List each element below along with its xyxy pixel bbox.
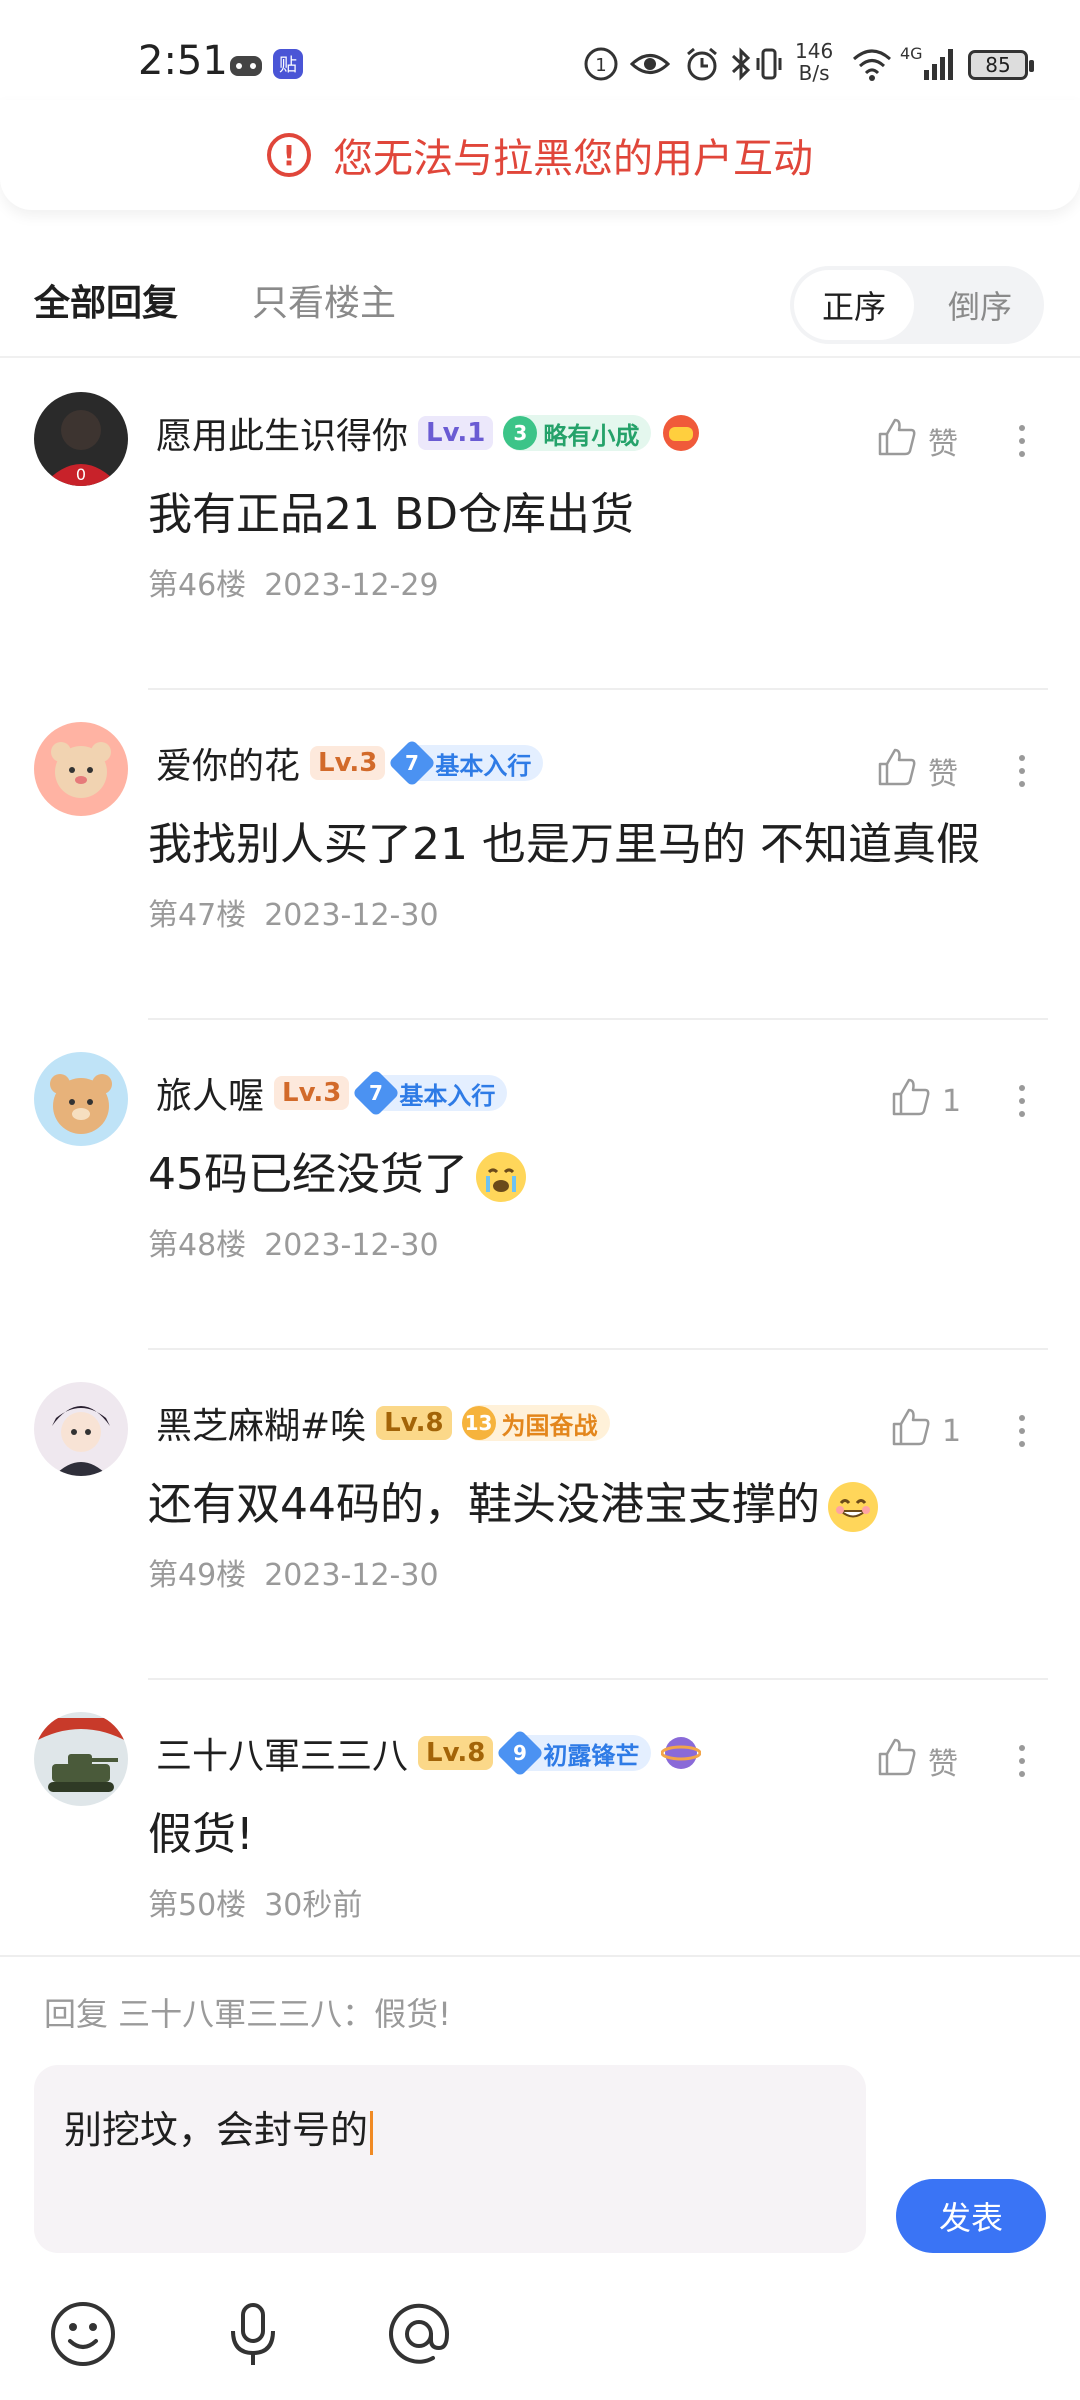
grin-emoji-icon	[828, 1482, 878, 1532]
reply-target-hint: 回复 三十八軍三三八：假货!	[44, 1995, 452, 2033]
level-badge: Lv.3	[310, 746, 386, 780]
thumb-up-icon	[876, 1736, 918, 1786]
more-vertical-icon[interactable]	[1010, 416, 1034, 466]
cell-signal-icon: 4G	[898, 44, 958, 84]
rank-badge: 7 基本入行	[352, 1068, 508, 1118]
reply-item: 黑芝麻糊#唉 Lv.8 13 为国奋战 1 还有双44码的，鞋头没港宝支撑的 第4…	[0, 1350, 1080, 1680]
alert-icon: !	[267, 133, 311, 177]
more-vertical-icon[interactable]	[1010, 746, 1034, 796]
network-speed: 146 B/s	[795, 39, 834, 85]
text-caret	[370, 2110, 374, 2155]
reply-input-value: 别挖坟，会封号的	[64, 2099, 374, 2155]
svg-text:0: 0	[76, 465, 86, 484]
game-badge-icon	[661, 413, 701, 453]
planet-badge-icon	[660, 1733, 702, 1773]
tab-all-replies[interactable]: 全部回复	[34, 274, 178, 326]
rank-badge: 13 为国奋战	[461, 1405, 610, 1441]
reply-meta: 第48楼 2023-12-30	[148, 1228, 439, 1263]
reply-item: 爱你的花 Lv.3 7 基本入行 赞 我找别人买了21 也是万里马的 不知道真假 …	[0, 690, 1080, 1020]
like-button[interactable]: 1	[890, 1076, 961, 1126]
game-icon	[228, 44, 264, 84]
thumb-up-icon	[890, 1076, 932, 1126]
avatar[interactable]: 0	[34, 392, 128, 486]
username[interactable]: 愿用此生识得你	[156, 407, 408, 459]
reply-content: 我有正品21 BD仓库出货	[148, 489, 635, 540]
more-vertical-icon[interactable]	[1010, 1076, 1034, 1126]
rank-badge: 7 基本入行	[388, 738, 544, 788]
reply-input[interactable]: 别挖坟，会封号的	[34, 2065, 866, 2253]
blocked-toast: ! 您无法与拉黑您的用户互动	[0, 100, 1080, 210]
toast-message: 您无法与拉黑您的用户互动	[333, 136, 813, 182]
svg-text:贴: 贴	[279, 55, 297, 76]
at-icon[interactable]	[382, 2297, 456, 2371]
battery-indicator: 85	[968, 50, 1034, 80]
reply-meta: 第49楼 2023-12-30	[148, 1558, 439, 1593]
crying-emoji-icon	[476, 1152, 526, 1202]
svg-text:1: 1	[595, 55, 606, 76]
thumb-up-icon	[890, 1406, 932, 1456]
rank-badge: 9 初露锋芒	[496, 1728, 652, 1778]
bluetooth-icon	[730, 44, 752, 84]
thumb-up-icon	[876, 416, 918, 466]
vibrate-icon	[756, 44, 782, 84]
avatar[interactable]	[34, 1712, 128, 1806]
sort-ascending-button[interactable]: 正序	[794, 270, 914, 340]
reply-content: 我找别人买了21 也是万里马的 不知道真假	[148, 819, 980, 870]
eye-icon	[630, 44, 670, 84]
more-vertical-icon[interactable]	[1010, 1406, 1034, 1456]
reply-meta: 第47楼 2023-12-30	[148, 898, 439, 933]
like-button[interactable]: 赞	[876, 1736, 958, 1786]
level-badge: Lv.3	[274, 1076, 350, 1110]
like-button[interactable]: 赞	[876, 746, 958, 796]
reply-meta: 第50楼 30秒前	[148, 1888, 363, 1923]
data-saver-icon: 1	[582, 44, 620, 84]
alarm-icon	[684, 44, 720, 84]
username[interactable]: 爱你的花	[156, 737, 300, 789]
sort-descending-button[interactable]: 倒序	[920, 270, 1040, 340]
level-badge: Lv.8	[418, 1736, 494, 1770]
like-button[interactable]: 赞	[876, 416, 958, 466]
username[interactable]: 旅人喔	[156, 1067, 264, 1119]
avatar[interactable]	[34, 1052, 128, 1146]
tieba-app-icon: 贴	[272, 44, 304, 84]
status-time: 2:51	[138, 38, 228, 84]
sort-toggle: 正序 倒序	[790, 266, 1044, 344]
more-vertical-icon[interactable]	[1010, 1736, 1034, 1786]
reply-meta: 第46楼 2023-12-29	[148, 568, 439, 603]
microphone-icon[interactable]	[216, 2297, 290, 2371]
reply-filter-bar: 全部回复 只看楼主 正序 倒序	[0, 260, 1080, 355]
rank-badge: 3 略有小成	[503, 415, 652, 451]
avatar[interactable]	[34, 1382, 128, 1476]
thumb-up-icon	[876, 746, 918, 796]
username[interactable]: 三十八軍三三八	[156, 1727, 408, 1779]
reply-content: 假货!	[148, 1809, 254, 1860]
emoji-icon[interactable]	[46, 2297, 120, 2371]
avatar[interactable]	[34, 722, 128, 816]
reply-content: 还有双44码的，鞋头没港宝支撑的	[148, 1468, 878, 1532]
reply-panel: 回复 三十八軍三三八：假货! 别挖坟，会封号的 发表	[0, 1955, 1080, 2400]
level-badge: Lv.8	[376, 1406, 452, 1440]
reply-content: 45码已经没货了	[148, 1138, 526, 1202]
send-button[interactable]: 发表	[896, 2179, 1046, 2253]
tab-host-only[interactable]: 只看楼主	[252, 274, 396, 326]
like-button[interactable]: 1	[890, 1406, 961, 1456]
divider	[0, 356, 1080, 358]
level-badge: Lv.1	[418, 416, 494, 450]
wifi-icon	[852, 44, 892, 84]
reply-item: 0 愿用此生识得你 Lv.1 3 略有小成 赞 我有正品21 BD仓库出货 第46…	[0, 360, 1080, 690]
reply-item: 旅人喔 Lv.3 7 基本入行 1 45码已经没货了 第48楼 2023-12-30	[0, 1020, 1080, 1350]
username[interactable]: 黑芝麻糊#唉	[156, 1397, 366, 1449]
